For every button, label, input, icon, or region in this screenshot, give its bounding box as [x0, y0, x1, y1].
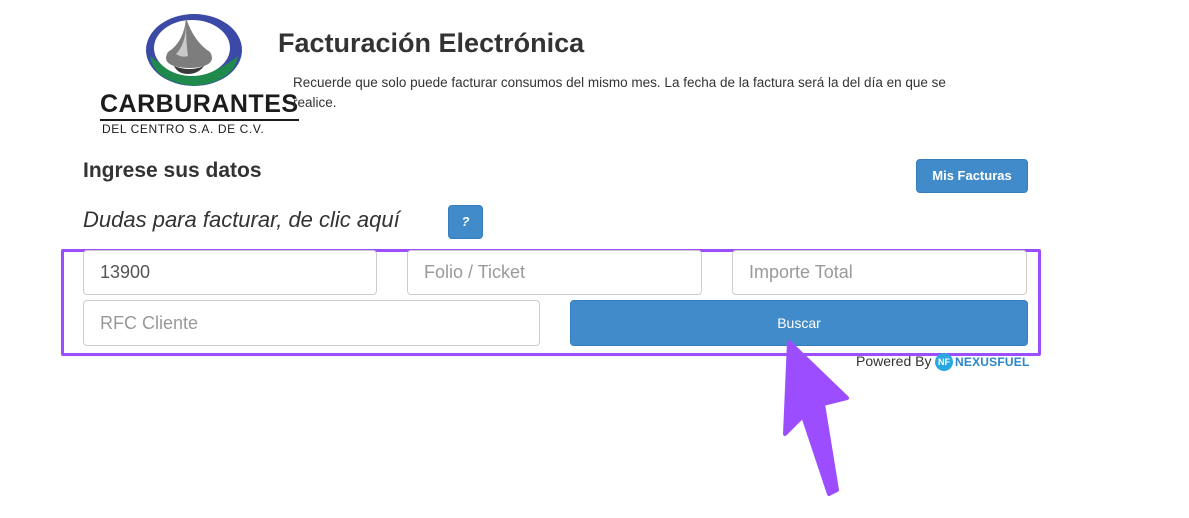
- company-logo: CARBURANTES DEL CENTRO S.A. DE C.V.: [96, 12, 299, 138]
- logo-company-name: CARBURANTES: [100, 90, 299, 121]
- fuel-drop-logo-icon: [146, 14, 242, 86]
- nexusfuel-logo: NF NEXUSFUEL: [935, 353, 1029, 371]
- my-invoices-button[interactable]: Mis Facturas: [916, 159, 1028, 193]
- help-prompt-text: Dudas para facturar, de clic aquí: [83, 207, 400, 232]
- nexusfuel-mark-icon: NF: [935, 353, 953, 371]
- pointer-arrow-icon: [783, 340, 849, 496]
- station-number-input[interactable]: [83, 250, 377, 295]
- help-button[interactable]: ?: [448, 205, 483, 239]
- powered-by-label: Powered By: [856, 353, 932, 369]
- total-amount-input[interactable]: [732, 250, 1027, 295]
- logo-company-subtitle: DEL CENTRO S.A. DE C.V.: [102, 122, 265, 136]
- folio-ticket-input[interactable]: [407, 250, 702, 295]
- rfc-client-input[interactable]: [83, 300, 540, 346]
- billing-notice: Recuerde que solo puede facturar consumo…: [293, 75, 946, 110]
- page-title: Facturación Electrónica: [278, 28, 585, 58]
- nexusfuel-brand-name: NEXUSFUEL: [955, 355, 1030, 369]
- section-title: Ingrese sus datos: [83, 159, 262, 182]
